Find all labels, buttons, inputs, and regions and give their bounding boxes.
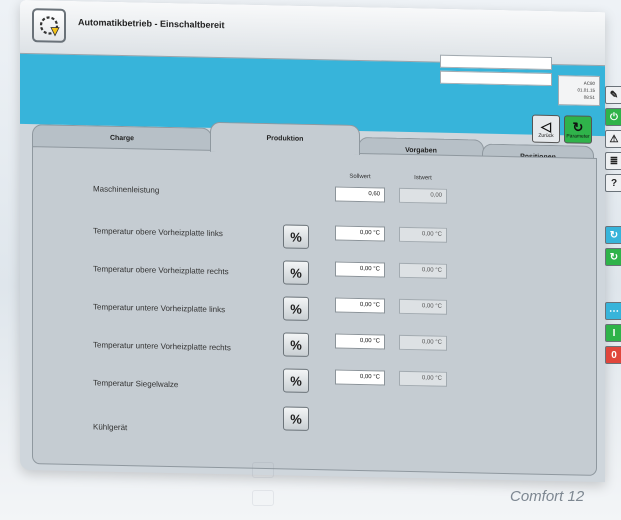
status-title: Automatikbetrieb - Einschaltbereit [78, 17, 225, 31]
back-button[interactable]: ◁ Zurück [532, 114, 560, 144]
row-label: Temperatur untere Vorheizplatte links [93, 302, 226, 315]
actual-value: 0,00 °C [399, 334, 447, 351]
cycle-start-icon[interactable]: ↻ [605, 248, 621, 266]
pencil-icon[interactable]: ✎ [605, 86, 621, 104]
back-button-label: Zurück [538, 132, 554, 139]
message-field-1 [440, 54, 552, 71]
message-field-2 [440, 70, 552, 87]
tab-produktion[interactable]: Produktion [210, 121, 360, 155]
tab-label: Produktion [266, 135, 304, 143]
right-function-bar: ✎ ⏻ ⚠ ≣ ? ↻ ↻ ⋯ I 0 [605, 86, 621, 476]
percent-button[interactable]: % [283, 332, 309, 357]
actual-value: 0,00 °C [399, 370, 447, 387]
back-arrow-icon: ◁ [541, 118, 551, 134]
setpoint-field[interactable]: 0,00 °C [335, 369, 385, 386]
stop-icon[interactable]: 0 [605, 346, 621, 364]
machine-info-box: AC80 01.01.15 08:51 [558, 75, 600, 107]
actual-value: 0,00 [399, 187, 447, 204]
power-icon[interactable]: ⏻ [605, 108, 621, 126]
parameter-button[interactable]: ↻ Parameter [564, 115, 592, 144]
machine-status-icon [32, 8, 66, 43]
model-label: Comfort 12 [510, 488, 585, 505]
row-label: Maschinenleistung [93, 184, 160, 195]
actual-column-header: Istwert [414, 175, 432, 182]
start-icon[interactable]: I [605, 324, 621, 342]
help-icon[interactable]: ? [605, 174, 621, 192]
actual-value: 0,00 °C [399, 262, 447, 279]
info-line: 08:51 [583, 94, 595, 100]
actual-value: 0,00 °C [399, 226, 447, 243]
produktion-content: Sollwert Istwert Maschinenleistung 0,60 … [32, 146, 597, 476]
percent-button[interactable]: % [283, 406, 309, 431]
actual-value: 0,00 °C [399, 298, 447, 315]
row-label: Temperatur Siegelwalze [93, 378, 179, 390]
percent-button[interactable]: % [283, 368, 309, 393]
button-reflection [252, 462, 274, 478]
setpoint-field[interactable]: 0,00 °C [335, 261, 385, 278]
row-label: Temperatur obere Vorheizplatte links [93, 226, 223, 239]
settings-icon[interactable]: ⋯ [605, 302, 621, 320]
setpoint-field[interactable]: 0,60 [335, 186, 385, 203]
tab-label: Charge [109, 134, 135, 143]
list-icon[interactable]: ≣ [605, 152, 621, 170]
percent-button[interactable]: % [283, 224, 309, 249]
cycle-icon[interactable]: ↻ [605, 226, 621, 244]
setpoint-field[interactable]: 0,00 °C [335, 297, 385, 314]
alarm-icon[interactable]: ⚠ [605, 130, 621, 148]
setpoint-field[interactable]: 0,00 °C [335, 225, 385, 242]
refresh-icon: ↻ [572, 118, 584, 135]
row-label: Kühlgerät [93, 422, 128, 433]
parameter-button-label: Parameter [566, 132, 590, 140]
row-label: Temperatur untere Vorheizplatte rechts [93, 340, 231, 353]
button-reflection [252, 490, 274, 506]
percent-button[interactable]: % [283, 260, 309, 285]
percent-button[interactable]: % [283, 296, 309, 321]
setpoint-field[interactable]: 0,00 °C [335, 333, 385, 350]
hmi-panel: Automatikbetrieb - Einschaltbereit AC80 … [20, 0, 605, 483]
row-label: Temperatur obere Vorheizplatte rechts [93, 264, 229, 277]
setpoint-column-header: Sollwert [349, 173, 371, 181]
